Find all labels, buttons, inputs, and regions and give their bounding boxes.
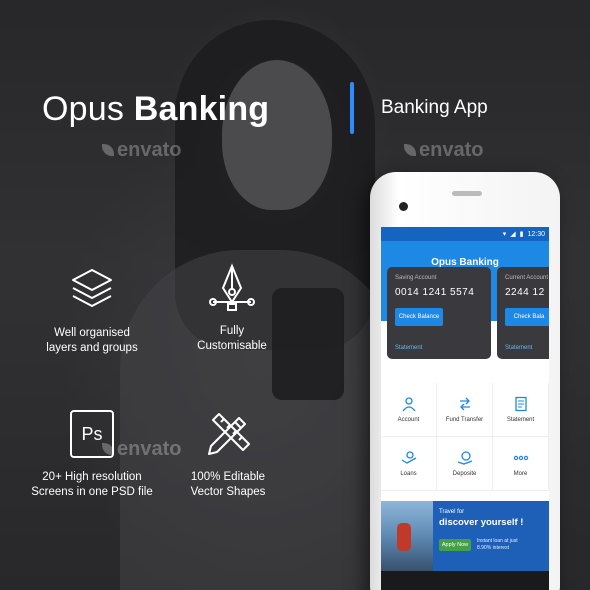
account-card[interactable]: Current Account 2244 12 Check Bala State…	[497, 267, 549, 359]
feature-text: Fully Customisable	[197, 325, 267, 352]
phone-speaker	[452, 191, 482, 196]
status-bar: ▾ ◢ ▮ 12:30	[381, 227, 549, 241]
banner-photo	[381, 501, 433, 571]
phone-screen: ▾ ◢ ▮ 12:30 Opus Banking Saving Account …	[381, 227, 549, 590]
phone-camera	[399, 202, 408, 211]
subheading: Banking App	[381, 97, 488, 118]
battery-icon: ▮	[519, 231, 524, 238]
envato-leaf-icon	[404, 144, 416, 156]
account-number: 2244 12	[505, 287, 545, 298]
pen-tool-icon	[209, 263, 255, 311]
feature-psd: Ps 20+ High resolution Screens in one PS…	[22, 410, 162, 500]
watermark: envato	[102, 139, 181, 162]
statement-link[interactable]: Statement	[395, 345, 422, 351]
pencil-ruler-icon	[208, 413, 250, 455]
banner-hiker	[397, 523, 411, 551]
envato-leaf-icon	[102, 144, 114, 156]
account-type: Current Account	[505, 275, 549, 281]
feature-vector: 100% Editable Vector Shapes	[158, 410, 298, 500]
menu-label: More	[513, 471, 528, 477]
feature-text: 100% Editable Vector Shapes	[190, 471, 266, 498]
wifi-icon: ▾	[502, 231, 507, 238]
account-number: 0014 1241 5574	[395, 287, 475, 298]
headline-bold: Banking	[133, 90, 270, 128]
layers-icon	[72, 269, 112, 307]
account-type: Saving Account	[395, 275, 437, 281]
statement-icon	[514, 396, 527, 412]
signal-icon: ◢	[510, 231, 516, 238]
menu-item-loans[interactable]: Loans	[381, 437, 437, 491]
feature-layers: Well organised layers and groups	[22, 266, 162, 356]
menu-label: Account	[397, 417, 420, 423]
account-card[interactable]: Saving Account 0014 1241 5574 Check Bala…	[387, 267, 491, 359]
check-balance-button[interactable]: Check Balance	[395, 308, 443, 326]
feature-text: 20+ High resolution Screens in one PSD f…	[31, 471, 153, 498]
menu-label: Deposite	[452, 471, 477, 477]
menu-item-deposite[interactable]: Deposite	[437, 437, 493, 491]
phone-mockup: ▾ ◢ ▮ 12:30 Opus Banking Saving Account …	[370, 172, 560, 590]
headline: Opus Banking	[42, 90, 269, 129]
account-icon	[401, 397, 416, 412]
menu-item-more[interactable]: More	[493, 437, 549, 491]
menu-label: Loans	[400, 471, 417, 477]
photoshop-icon: Ps	[70, 410, 114, 458]
status-time: 12:30	[527, 230, 545, 238]
statement-link[interactable]: Statement	[505, 345, 532, 351]
menu-grid: Account Fund Transfer Statement Loans De…	[381, 383, 549, 491]
accent-divider	[350, 82, 354, 134]
watermark: envato	[404, 139, 483, 162]
menu-item-fund-transfer[interactable]: Fund Transfer	[437, 383, 493, 437]
menu-label: Statement	[506, 417, 535, 423]
apply-now-button[interactable]: Apply Now	[439, 539, 471, 551]
banner-title: discover yourself !	[439, 517, 524, 528]
feature-text: Well organised layers and groups	[46, 327, 138, 354]
check-balance-button[interactable]: Check Bala	[505, 308, 549, 326]
bottom-nav	[381, 571, 549, 590]
menu-item-account[interactable]: Account	[381, 383, 437, 437]
menu-label: Fund Transfer	[445, 417, 484, 423]
feature-customisable: Fully Customisable	[162, 262, 302, 354]
deposit-icon	[457, 451, 472, 465]
promo-banner[interactable]: Travel for discover yourself ! Apply Now…	[381, 501, 549, 571]
banner-kicker: Travel for	[439, 509, 465, 515]
menu-item-statement[interactable]: Statement	[493, 383, 549, 437]
more-icon	[513, 455, 528, 461]
banner-note: Instant loan at just 8.90% interest	[477, 538, 518, 551]
transfer-icon	[459, 397, 470, 411]
headline-light: Opus	[42, 90, 125, 128]
loans-icon	[401, 451, 416, 464]
